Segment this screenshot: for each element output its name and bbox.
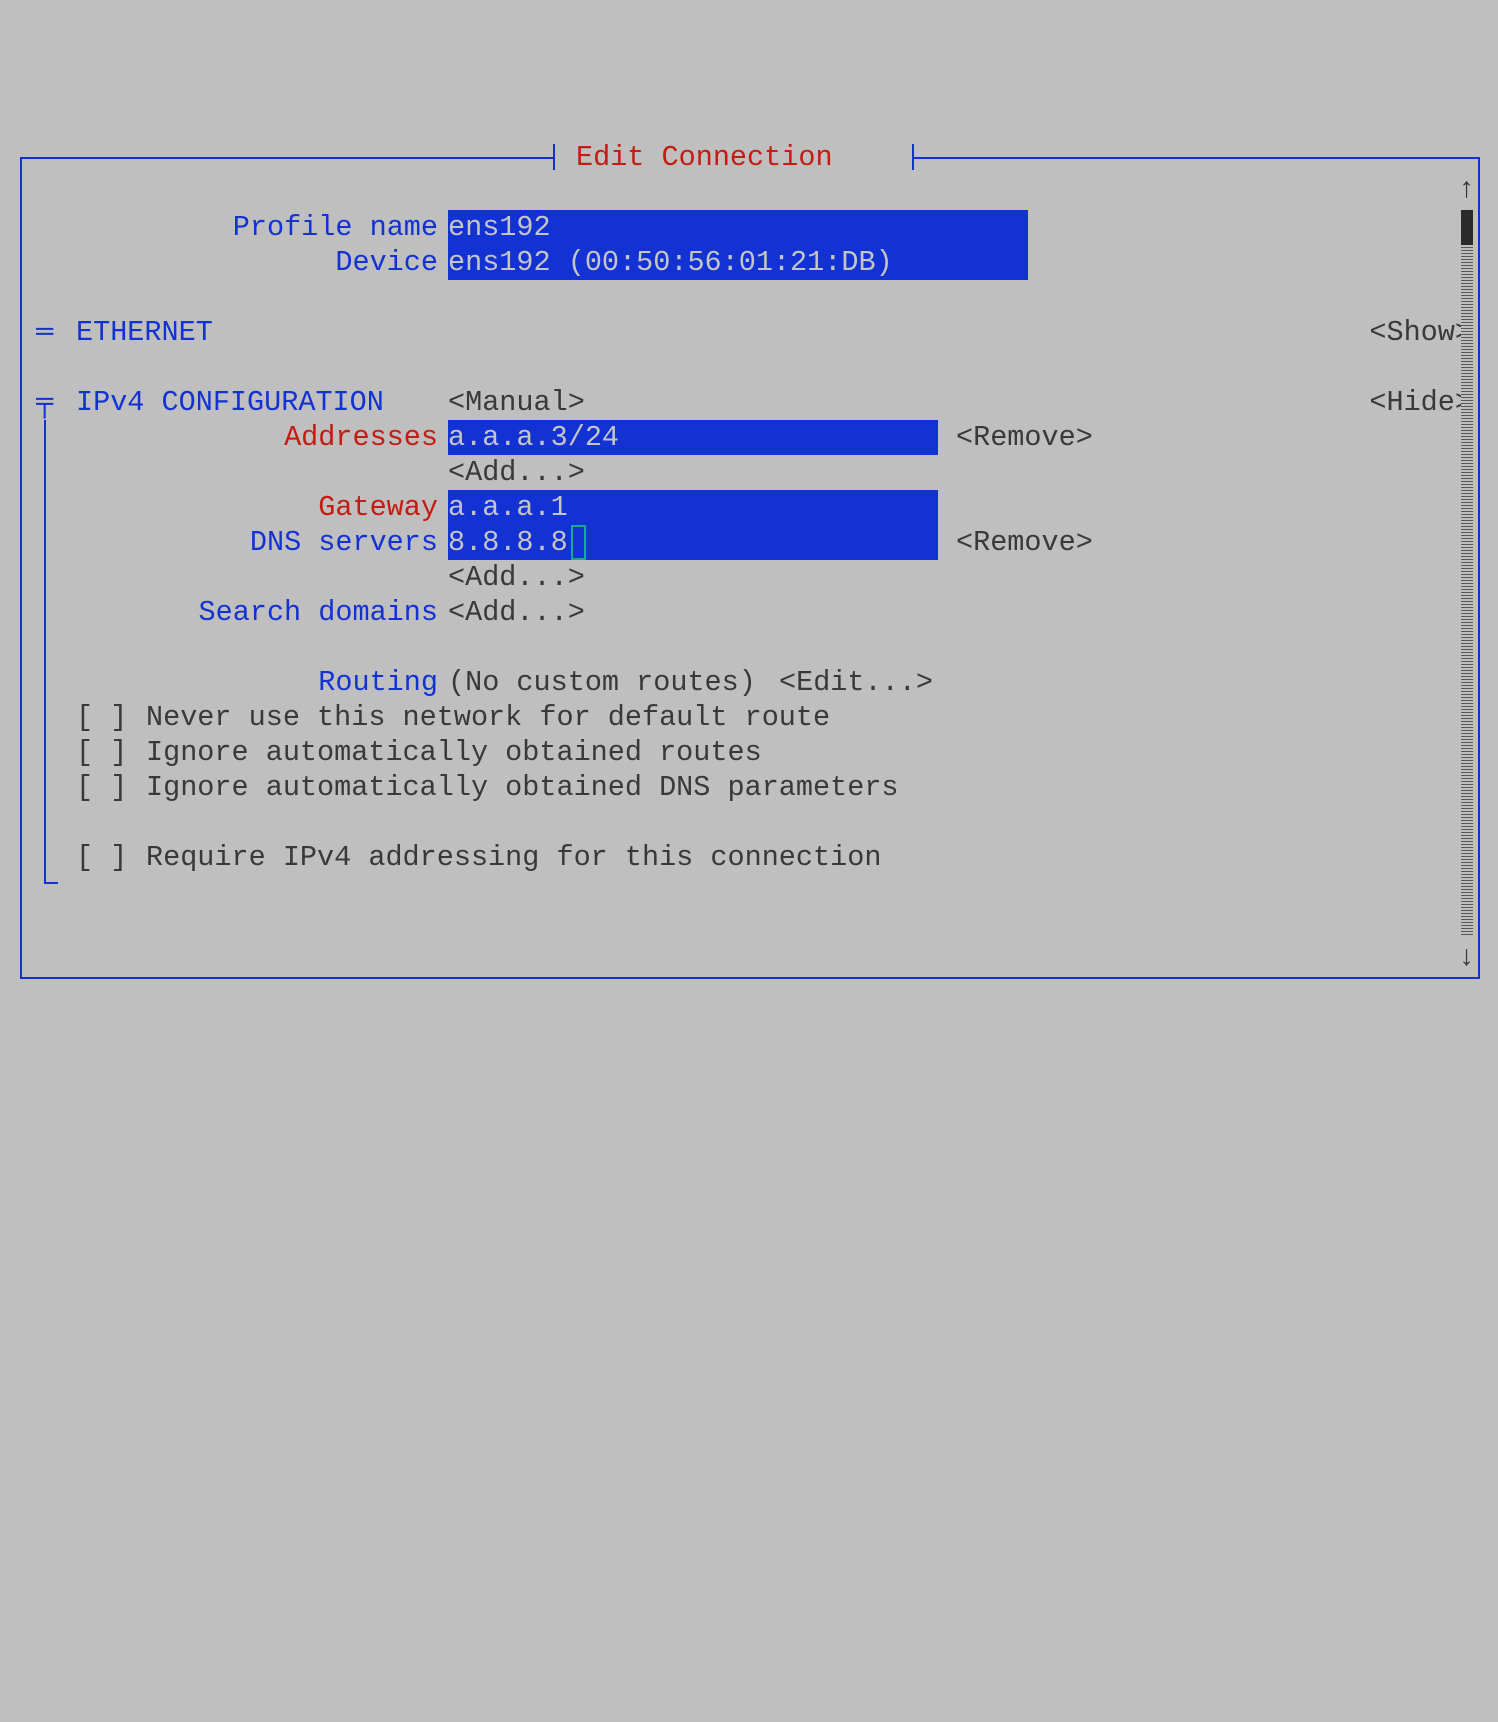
device-label: Device — [335, 245, 438, 280]
dns-0-remove-button[interactable]: <Remove> — [956, 525, 1093, 560]
address-0-input[interactable] — [448, 420, 938, 455]
scrollbar-thumb[interactable] — [1461, 210, 1473, 245]
gateway-label: Gateway — [318, 490, 438, 525]
cb-ignore-dns-label: Ignore automatically obtained DNS parame… — [146, 770, 899, 805]
routing-status-text: (No custom routes) — [448, 665, 756, 700]
cb-ignore-routes-label: Ignore automatically obtained routes — [146, 735, 762, 770]
scroll-up-icon[interactable]: ↑ — [1458, 172, 1475, 207]
dns-0-input[interactable] — [448, 525, 938, 560]
addresses-label: Addresses — [284, 420, 438, 455]
ethernet-collapse-icon[interactable]: ═ — [36, 315, 53, 350]
ethernet-section-label: ETHERNET — [76, 315, 213, 350]
edit-connection-dialog: Edit Connection Profile name Device ═ ET… — [0, 140, 1498, 1001]
text-cursor — [571, 525, 586, 560]
ethernet-show-button[interactable]: <Show> — [1369, 315, 1472, 350]
scroll-down-icon[interactable]: ↓ — [1458, 940, 1475, 975]
cb-ignore-dns-box[interactable]: [ ] — [76, 770, 127, 805]
ipv4-section-label: IPv4 CONFIGURATION — [76, 385, 384, 420]
routing-edit-button[interactable]: <Edit...> — [779, 665, 933, 700]
search-domains-add-button[interactable]: <Add...> — [448, 595, 585, 630]
cb-ignore-routes-box[interactable]: [ ] — [76, 735, 127, 770]
cb-never-default-label: Never use this network for default route — [146, 700, 830, 735]
cb-require-ipv4-label: Require IPv4 addressing for this connect… — [146, 840, 881, 875]
routing-label: Routing — [318, 665, 438, 700]
search-domains-label: Search domains — [199, 595, 438, 630]
dns-add-button[interactable]: <Add...> — [448, 560, 585, 595]
dns-label: DNS servers — [250, 525, 438, 560]
scrollbar-track[interactable] — [1461, 245, 1473, 935]
profile-name-label: Profile name — [233, 210, 438, 245]
ipv4-mode-button[interactable]: <Manual> — [448, 385, 585, 420]
gateway-input[interactable] — [448, 490, 938, 525]
dialog-title: Edit Connection — [576, 140, 833, 175]
profile-name-input[interactable] — [448, 210, 1028, 245]
ipv4-collapse-icon[interactable]: ╤ — [36, 385, 53, 420]
device-input[interactable] — [448, 245, 1028, 280]
cb-never-default-box[interactable]: [ ] — [76, 700, 127, 735]
cb-require-ipv4-box[interactable]: [ ] — [76, 840, 127, 875]
address-0-remove-button[interactable]: <Remove> — [956, 420, 1093, 455]
address-add-button[interactable]: <Add...> — [448, 455, 585, 490]
ipv4-hide-button[interactable]: <Hide> — [1369, 385, 1472, 420]
